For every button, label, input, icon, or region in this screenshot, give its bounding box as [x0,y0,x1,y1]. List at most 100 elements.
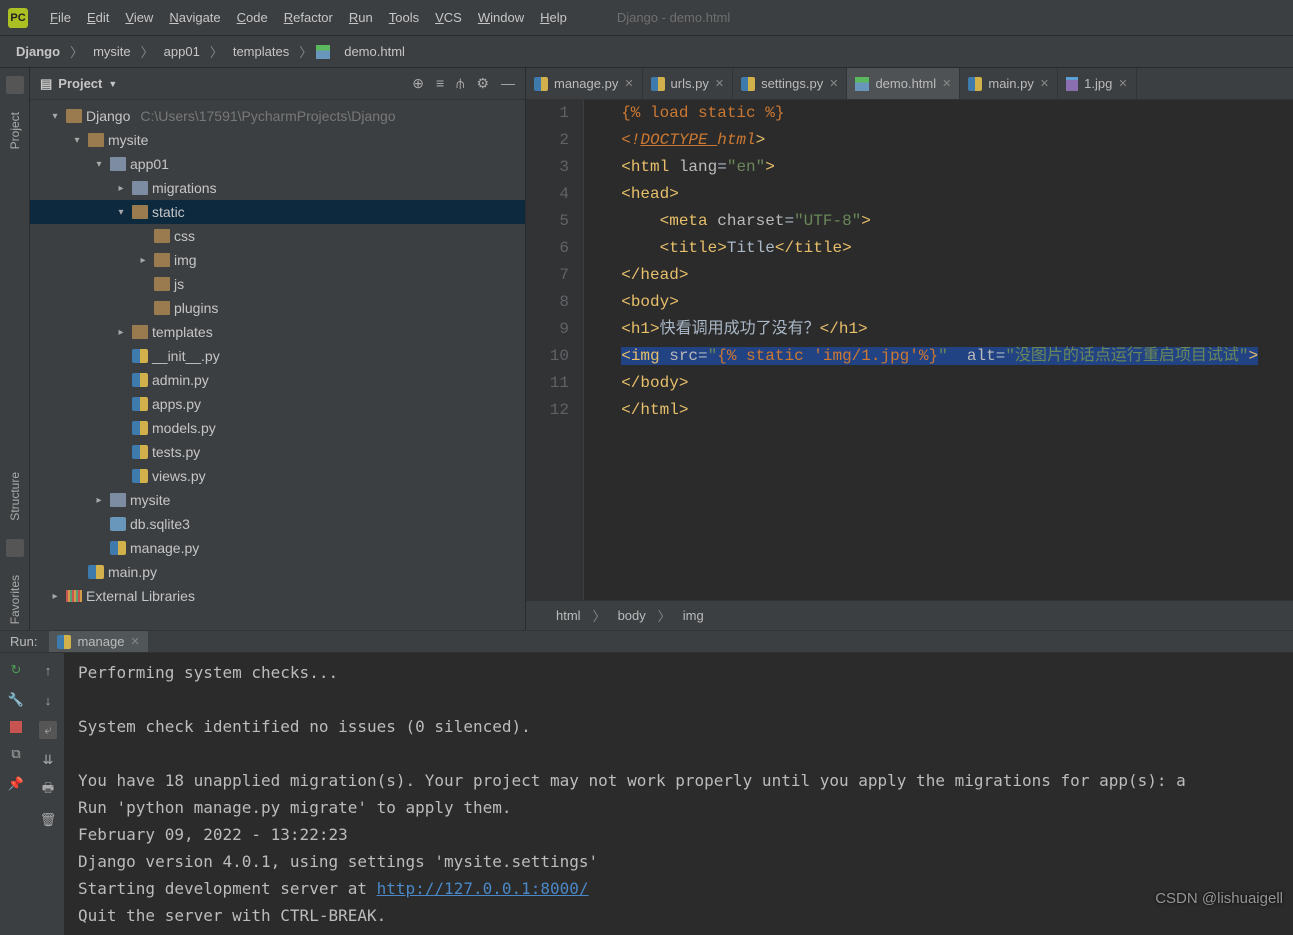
tree-item-css[interactable]: css [30,224,525,248]
tree-item-models-py[interactable]: models.py [30,416,525,440]
menu-run[interactable]: Run [341,6,381,29]
hide-icon[interactable]: — [501,75,515,92]
tree-item-static[interactable]: ▾static [30,200,525,224]
expand-icon[interactable]: ≡ [436,75,444,92]
project-header-title[interactable]: ▤ Project ▼ [40,76,117,92]
tree-item-tests-py[interactable]: tests.py [30,440,525,464]
menu-view[interactable]: View [117,6,161,29]
tree-item-mysite[interactable]: ▸mysite [30,488,525,512]
wrench-icon[interactable]: 🔧 [7,691,25,709]
tree-caret-icon[interactable]: ▸ [48,591,62,602]
crumb-1[interactable]: mysite [87,44,137,59]
py-icon [132,445,148,459]
project-tool-icon[interactable] [6,76,24,94]
editor-tab-settings-py[interactable]: settings.py✕ [733,68,847,99]
collapse-icon[interactable]: ⫛ [456,75,464,92]
pin-icon[interactable]: 📌 [7,775,25,793]
close-icon[interactable]: ✕ [1118,77,1127,90]
tree-caret-icon[interactable]: ▸ [114,327,128,338]
editor-tab-main-py[interactable]: main.py✕ [960,68,1058,99]
close-icon[interactable]: ✕ [624,77,633,90]
tree-label: img [174,252,197,268]
tree-path: C:\Users\17591\PycharmProjects\Django [140,108,395,124]
menu-vcs[interactable]: VCS [427,6,470,29]
lib-icon [66,590,82,602]
editor-tab-urls-py[interactable]: urls.py✕ [643,68,734,99]
rerun-icon[interactable]: ↻ [7,661,25,679]
tree-item-external-libraries[interactable]: ▸External Libraries [30,584,525,608]
tree-item-django[interactable]: ▾DjangoC:\Users\17591\PycharmProjects\Dj… [30,104,525,128]
tree-caret-icon[interactable]: ▾ [70,135,84,146]
code-crumb[interactable]: body [618,608,646,623]
tree-item-img[interactable]: ▸ img [30,248,525,272]
code-content[interactable]: {% load static %} <!DOCTYPE html> <html … [584,100,1293,600]
project-panel: ▤ Project ▼ ⊕ ≡ ⫛ ⚙ — ▾DjangoC:\Users\17… [30,68,526,630]
menu-tools[interactable]: Tools [381,6,427,29]
menu-file[interactable]: File [42,6,79,29]
run-toolbar-2: ↑ ↓ ⤶ ⇊ 🖶 🗑 [32,653,64,935]
code-crumb[interactable]: html [556,608,581,623]
tree-item-app01[interactable]: ▾app01 [30,152,525,176]
tree-item-db-sqlite3[interactable]: db.sqlite3 [30,512,525,536]
server-url-link[interactable]: http://127.0.0.1:8000/ [377,879,589,898]
editor-tab-demo-html[interactable]: demo.html✕ [847,68,960,99]
structure-tab[interactable]: Structure [6,466,24,527]
tree-caret-icon[interactable]: ▸ [114,183,128,194]
menu-code[interactable]: Code [229,6,276,29]
folder-icon [154,301,170,315]
tree-caret-icon[interactable]: ▾ [92,159,106,170]
close-icon[interactable]: ✕ [715,77,724,90]
project-tree[interactable]: ▾DjangoC:\Users\17591\PycharmProjects\Dj… [30,100,525,630]
close-icon[interactable]: ✕ [1040,77,1049,90]
editor-tab-1-jpg[interactable]: 1.jpg✕ [1058,68,1136,99]
layout-icon[interactable]: ⧉ [7,745,25,763]
stop-icon[interactable] [10,721,22,733]
menu-edit[interactable]: Edit [79,6,117,29]
line-number: 6 [526,235,569,262]
settings-icon[interactable]: ⚙ [476,75,489,92]
tree-caret-icon[interactable]: ▾ [48,111,62,122]
tree-item-views-py[interactable]: views.py [30,464,525,488]
tree-caret-icon[interactable]: ▾ [114,207,128,218]
tree-caret-icon[interactable]: ▸ [136,255,150,266]
run-tab[interactable]: manage ✕ [49,631,147,652]
scroll-icon[interactable]: ⇊ [39,751,57,769]
tree-item-plugins[interactable]: plugins [30,296,525,320]
trash-icon[interactable]: 🗑 [39,811,57,829]
close-icon[interactable]: ✕ [942,77,951,90]
close-icon[interactable]: ✕ [829,77,838,90]
print-icon[interactable]: 🖶 [39,781,57,799]
tree-item-main-py[interactable]: main.py [30,560,525,584]
tree-item-migrations[interactable]: ▸migrations [30,176,525,200]
tree-item-manage-py[interactable]: manage.py [30,536,525,560]
tree-label: manage.py [130,540,199,556]
tree-caret-icon[interactable]: ▸ [92,495,106,506]
structure-tool-icon[interactable] [6,539,24,557]
console-line: Performing system checks... [78,663,338,682]
crumb-root[interactable]: Django [10,44,66,59]
close-icon[interactable]: ✕ [130,635,139,648]
tree-item-templates[interactable]: ▸templates [30,320,525,344]
tree-item-apps-py[interactable]: apps.py [30,392,525,416]
menu-help[interactable]: Help [532,6,575,29]
menu-navigate[interactable]: Navigate [161,6,228,29]
menu-refactor[interactable]: Refactor [276,6,341,29]
console-output[interactable]: Performing system checks... System check… [64,653,1293,935]
softwrap-icon[interactable]: ⤶ [39,721,57,739]
crumb-file[interactable]: demo.html [338,44,411,59]
crumb-2[interactable]: app01 [158,44,206,59]
code-crumb[interactable]: img [683,608,704,623]
tree-item-js[interactable]: js [30,272,525,296]
crumb-3[interactable]: templates [227,44,295,59]
project-tab[interactable]: Project [6,106,24,155]
tree-item--init-py[interactable]: __init__.py [30,344,525,368]
up-icon[interactable]: ↑ [39,661,57,679]
tree-item-mysite[interactable]: ▾mysite [30,128,525,152]
down-icon[interactable]: ↓ [39,691,57,709]
favorites-tab[interactable]: Favorites [6,569,24,630]
code-area[interactable]: 123456789101112 {% load static %} <!DOCT… [526,100,1293,600]
tree-item-admin-py[interactable]: admin.py [30,368,525,392]
menu-window[interactable]: Window [470,6,532,29]
editor-tab-manage-py[interactable]: manage.py✕ [526,68,643,99]
locate-icon[interactable]: ⊕ [412,75,424,92]
